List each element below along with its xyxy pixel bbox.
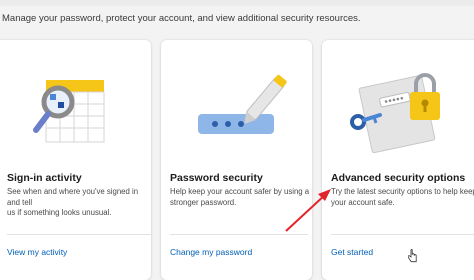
page-subtitle: Manage your password, protect your accou…	[2, 13, 361, 24]
card-description-line: us if something looks unusual.	[7, 208, 112, 217]
get-started-link[interactable]: Get started	[331, 247, 373, 257]
divider	[331, 234, 474, 235]
calendar-magnifier-icon	[0, 70, 151, 185]
divider	[7, 234, 151, 235]
divider	[170, 234, 308, 235]
card-description-line: Help keep your account safer by using a	[170, 187, 310, 196]
card-title: Password security	[170, 172, 263, 184]
card-description-line: Try the latest security options to help …	[331, 187, 474, 196]
change-my-password-link[interactable]: Change my password	[170, 247, 252, 257]
padlock-key-document-icon	[322, 70, 474, 185]
card-password-security: Password security Help keep your account…	[161, 40, 312, 280]
view-my-activity-link[interactable]: View my activity	[7, 247, 67, 257]
card-sign-in-activity: Sign-in activity See when and where you'…	[0, 40, 151, 280]
password-field-pen-icon	[161, 70, 312, 185]
card-title: Sign-in activity	[7, 172, 82, 184]
card-description: See when and where you've signed in and …	[7, 187, 151, 219]
mouse-pointer-icon	[408, 249, 417, 263]
top-border	[0, 0, 474, 6]
card-description: Help keep your account safer by using a …	[170, 187, 310, 208]
card-description-line: stronger password.	[170, 197, 237, 207]
card-title: Advanced security options	[331, 172, 466, 184]
card-description-line: See when and where you've signed in and …	[7, 187, 139, 207]
card-description-line: your account safe.	[331, 197, 395, 207]
card-description: Try the latest security options to help …	[331, 187, 474, 208]
card-advanced-security-options: Advanced security options Try the latest…	[322, 40, 474, 280]
